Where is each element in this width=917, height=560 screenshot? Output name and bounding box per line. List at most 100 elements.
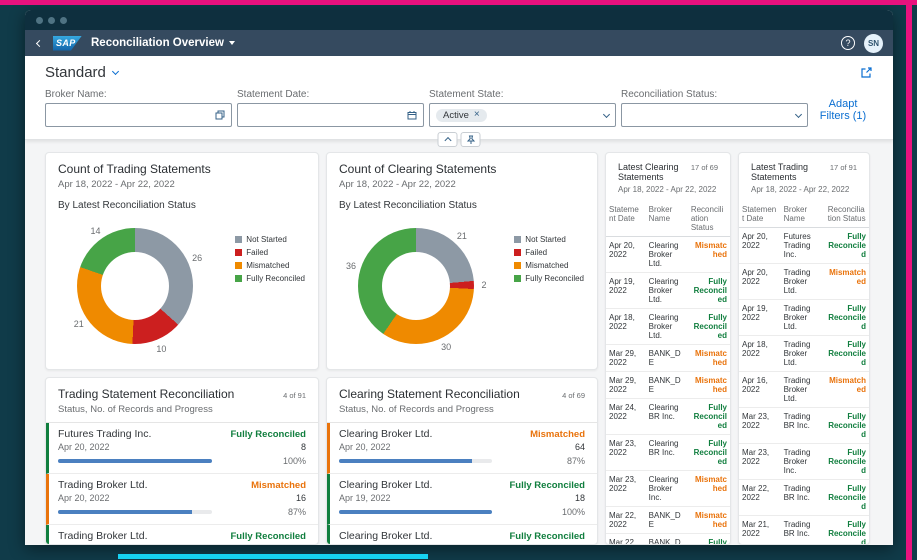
avatar[interactable]: SN xyxy=(864,34,883,53)
table-row[interactable]: Mar 21, 2022Trading BR Inc.Fully Reconci… xyxy=(739,516,869,546)
table-header-row: Statement Date Broker Name Reconciliatio… xyxy=(606,200,730,237)
filter-label: Statement Date: xyxy=(237,89,424,100)
card-header: Count of Trading Statements Apr 18, 2022… xyxy=(46,153,318,190)
chart-legend: Not StartedFailedMismatchedFully Reconci… xyxy=(235,235,305,369)
status-cell: Mismatched xyxy=(688,471,730,507)
table-header-row: Statement Date Broker Name Reconciliatio… xyxy=(739,200,869,228)
table-row[interactable]: Apr 18, 2022Clearing Broker Ltd.Fully Re… xyxy=(606,309,730,345)
legend-label: Mismatched xyxy=(246,261,289,270)
list-item[interactable]: Clearing Broker Ltd.Fully ReconciledApr … xyxy=(327,525,597,544)
legend-item: Mismatched xyxy=(514,261,584,270)
table-row[interactable]: Apr 19, 2022Trading Broker Ltd.Fully Rec… xyxy=(739,300,869,336)
statement-state-combobox[interactable]: Active × xyxy=(429,103,616,127)
table-row[interactable]: Apr 18, 2022Trading Broker Ltd.Fully Rec… xyxy=(739,336,869,372)
trading-reconciliation-list: Futures Trading Inc.Fully ReconciledApr … xyxy=(46,422,318,544)
broker-name-input[interactable] xyxy=(45,103,232,127)
donut-chart-clearing[interactable] xyxy=(358,228,474,344)
adapt-filters-link[interactable]: Adapt Filters (1) xyxy=(813,98,873,122)
table-row[interactable]: Apr 20, 2022Trading Broker Ltd.Mismatche… xyxy=(739,264,869,300)
table-row[interactable]: Mar 22, 2022Trading BR Inc.Fully Reconci… xyxy=(739,480,869,516)
variant-selector[interactable]: Standard xyxy=(45,64,118,81)
legend-item: Fully Reconciled xyxy=(235,274,305,283)
table-row[interactable]: Apr 20, 2022Futures Trading Inc.Fully Re… xyxy=(739,228,869,264)
window-control-dot[interactable] xyxy=(48,17,55,24)
trading-statements-table[interactable]: Statement Date Broker Name Reconciliatio… xyxy=(739,200,869,545)
card-title: Latest Trading Statements xyxy=(751,162,826,182)
filter-label: Reconciliation Status: xyxy=(621,89,808,100)
progress-percent: 87% xyxy=(567,456,585,466)
chevron-left-icon xyxy=(36,39,43,46)
statement-date-cell: Mar 23, 2022 xyxy=(739,444,781,480)
filter-token-active[interactable]: Active × xyxy=(436,109,487,122)
table-row[interactable]: Mar 23, 2022Trading BR Inc.Fully Reconci… xyxy=(739,408,869,444)
card-header: Latest Clearing Statements 17 of 69 Apr … xyxy=(606,153,730,194)
sap-logo[interactable]: SAP xyxy=(53,36,82,51)
table-row[interactable]: Mar 22, 2022BANK_DEMismatched xyxy=(606,507,730,534)
statement-date-input[interactable] xyxy=(237,103,424,127)
table-row[interactable]: Mar 23, 2022Clearing Broker Inc.Mismatch… xyxy=(606,471,730,507)
card-subtitle: Apr 18, 2022 - Apr 22, 2022 xyxy=(618,185,718,194)
table-row[interactable]: Mar 29, 2022BANK_DEMismatched xyxy=(606,345,730,372)
pin-header-button[interactable] xyxy=(461,132,481,147)
table-row[interactable]: Mar 29, 2022BANK_DEMismatched xyxy=(606,372,730,399)
donut-value-label: 2 xyxy=(481,280,486,290)
legend-label: Not Started xyxy=(246,235,286,244)
card-count-clearing-statements: Count of Clearing Statements Apr 18, 202… xyxy=(326,152,598,370)
status-cell: Mismatched xyxy=(825,372,869,408)
app-title-menu[interactable]: Reconciliation Overview xyxy=(91,37,235,49)
filter-broker-name: Broker Name: xyxy=(45,89,232,127)
date-range-icon[interactable] xyxy=(407,110,417,120)
share-button[interactable] xyxy=(860,66,873,79)
table-row[interactable]: Mar 22, 2022BANK_DEFully Reconciled xyxy=(606,534,730,546)
donut-chart-trading[interactable] xyxy=(77,228,193,344)
filter-reconciliation-status: Reconciliation Status: xyxy=(621,89,808,127)
list-item[interactable]: Clearing Broker Ltd.MismatchedApr 20, 20… xyxy=(327,423,597,474)
list-item[interactable]: Clearing Broker Ltd.Fully ReconciledApr … xyxy=(327,474,597,525)
table-row[interactable]: Mar 23, 2022Clearing BR Inc.Fully Reconc… xyxy=(606,435,730,471)
filter-statement-date: Statement Date: xyxy=(237,89,424,127)
status-cell: Fully Reconciled xyxy=(688,309,730,345)
donut-chart-wrap: 26102114 xyxy=(60,211,210,361)
collapse-header-button[interactable] xyxy=(438,132,458,147)
window-control-dot[interactable] xyxy=(60,17,67,24)
token-remove-icon[interactable]: × xyxy=(474,110,480,120)
statement-date-cell: Mar 22, 2022 xyxy=(606,507,646,534)
window-control-dot[interactable] xyxy=(36,17,43,24)
status-cell: Fully Reconciled xyxy=(688,435,730,471)
table-row[interactable]: Apr 19, 2022Clearing Broker Ltd.Fully Re… xyxy=(606,273,730,309)
broker-name-cell: Trading Broker Ltd. xyxy=(781,372,825,408)
reconciliation-status-select[interactable] xyxy=(621,103,808,127)
value-help-icon[interactable] xyxy=(215,110,225,120)
chevron-down-icon[interactable] xyxy=(795,110,802,117)
broker-name-cell: Clearing Broker Ltd. xyxy=(646,237,688,273)
table-row[interactable]: Apr 20, 2022Clearing Broker Ltd.Mismatch… xyxy=(606,237,730,273)
chevron-down-icon xyxy=(229,41,235,45)
chart-legend: Not StartedFailedMismatchedFully Reconci… xyxy=(514,235,584,369)
chart-area: 26102114 Not StartedFailedMismatchedFull… xyxy=(46,211,318,369)
help-icon[interactable]: ? xyxy=(841,36,855,50)
statement-date-cell: Mar 22, 2022 xyxy=(606,534,646,546)
column-header: Statement Date xyxy=(739,200,781,228)
status-badge: Mismatched xyxy=(530,429,585,440)
filters-row: Broker Name: Statement Date: Statement S… xyxy=(45,89,873,127)
status-badge: Fully Reconciled xyxy=(231,429,307,440)
table-row[interactable]: Mar 23, 2022Trading Broker Inc.Fully Rec… xyxy=(739,444,869,480)
progress-bar xyxy=(339,459,492,463)
list-item[interactable]: Trading Broker Ltd.Fully ReconciledApr 1… xyxy=(46,525,318,544)
chevron-down-icon[interactable] xyxy=(603,110,610,117)
filter-statement-state: Statement State: Active × xyxy=(429,89,616,127)
list-item[interactable]: Trading Broker Ltd.MismatchedApr 20, 202… xyxy=(46,474,318,525)
table-row[interactable]: Mar 24, 2022Clearing BR Inc.Fully Reconc… xyxy=(606,399,730,435)
statement-date-cell: Apr 19, 2022 xyxy=(606,273,646,309)
list-item[interactable]: Futures Trading Inc.Fully ReconciledApr … xyxy=(46,423,318,474)
back-button[interactable] xyxy=(35,41,44,46)
status-badge: Fully Reconciled xyxy=(510,480,586,491)
broker-name-cell: Trading BR Inc. xyxy=(781,408,825,444)
legend-item: Fully Reconciled xyxy=(514,274,584,283)
broker-name-cell: BANK_DE xyxy=(646,345,688,372)
broker-name-cell: Clearing BR Inc. xyxy=(646,435,688,471)
card-header: Clearing Statement Reconciliation 4 of 6… xyxy=(327,378,597,415)
item-broker-name: Futures Trading Inc. xyxy=(58,428,151,440)
table-row[interactable]: Apr 16, 2022Trading Broker Ltd.Mismatche… xyxy=(739,372,869,408)
clearing-statements-table[interactable]: Statement Date Broker Name Reconciliatio… xyxy=(606,200,730,545)
